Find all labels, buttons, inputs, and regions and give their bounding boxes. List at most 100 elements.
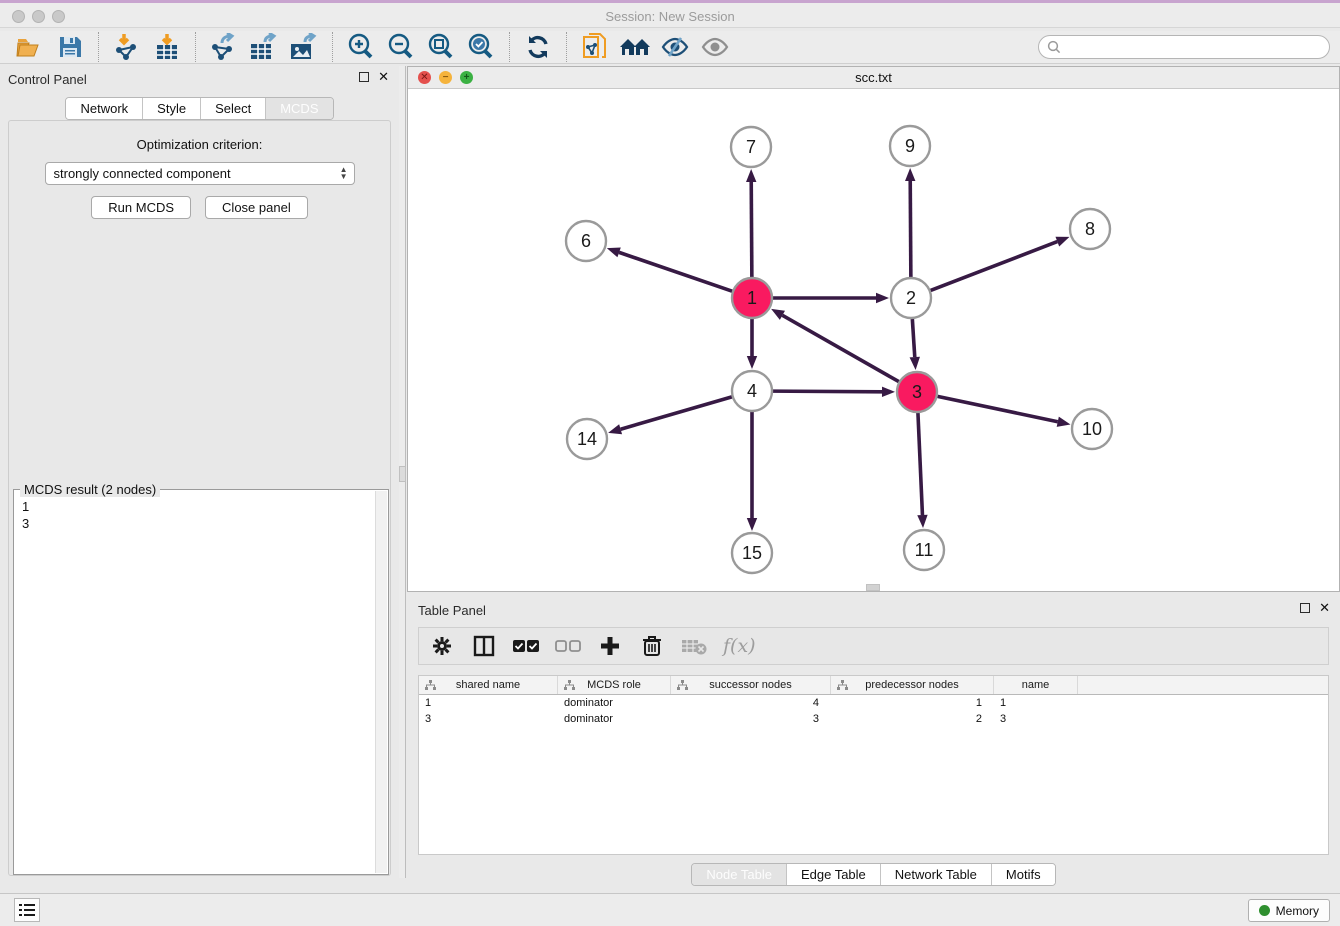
mcds-tab-content: Optimization criterion: strongly connect…: [8, 120, 391, 876]
graph-edge-4-14[interactable]: [621, 397, 732, 429]
column-header-successor-nodes[interactable]: successor nodes: [671, 676, 831, 694]
export-network-icon[interactable]: [207, 32, 241, 62]
export-table-icon[interactable]: [247, 32, 281, 62]
gear-icon[interactable]: [429, 633, 455, 659]
tab-mcds[interactable]: MCDS: [265, 98, 332, 119]
add-column-icon[interactable]: [597, 633, 623, 659]
tab-motifs[interactable]: Motifs: [991, 864, 1055, 885]
open-file-icon[interactable]: [13, 32, 47, 62]
mcds-result-group: MCDS result (2 nodes) 1 3: [13, 489, 389, 875]
edge-arrowhead: [882, 387, 895, 397]
edge-arrowhead: [905, 168, 915, 181]
node-label-14: 14: [577, 429, 597, 449]
node-label-8: 8: [1085, 219, 1095, 239]
attribute-tree-icon: [677, 680, 688, 691]
cell-MCDS-role[interactable]: dominator: [558, 713, 671, 725]
attribute-tree-icon: [425, 680, 436, 691]
function-builder-icon[interactable]: f(x): [723, 635, 756, 657]
columns-icon[interactable]: [471, 633, 497, 659]
graph-edge-2-3[interactable]: [912, 319, 914, 357]
hide-panel-eye-icon[interactable]: [658, 32, 692, 62]
graph-edge-2-8[interactable]: [931, 242, 1058, 291]
zoom-out-icon[interactable]: [384, 32, 418, 62]
refresh-layout-icon[interactable]: [521, 32, 555, 62]
edge-arrowhead: [746, 169, 756, 182]
save-session-icon[interactable]: [53, 32, 87, 62]
select-all-checked-icon[interactable]: [513, 633, 539, 659]
close-table-panel-icon[interactable]: ✕: [1319, 603, 1330, 613]
toolbar-separator: [195, 32, 196, 62]
tab-network-table[interactable]: Network Table: [880, 864, 991, 885]
column-header-name[interactable]: name: [994, 676, 1078, 694]
main-toolbar: [0, 31, 1340, 64]
table-row[interactable]: 1dominator411: [419, 695, 1328, 711]
attribute-tree-icon: [564, 680, 575, 691]
import-network-icon[interactable]: [110, 32, 144, 62]
cell-predecessor-nodes[interactable]: 1: [831, 697, 994, 709]
graph-edge-1-7[interactable]: [751, 182, 752, 277]
node-label-11: 11: [915, 540, 934, 560]
deselect-all-icon[interactable]: [555, 633, 581, 659]
tab-network[interactable]: Network: [66, 98, 142, 119]
cell-shared-name[interactable]: 1: [419, 697, 558, 709]
zoom-in-icon[interactable]: [344, 32, 378, 62]
control-panel: Control Panel ✕ NetworkStyleSelectMCDS O…: [0, 66, 399, 878]
export-image-icon[interactable]: [287, 32, 321, 62]
mcds-result-title: MCDS result (2 nodes): [20, 482, 160, 497]
show-panel-eye-icon[interactable]: [698, 32, 732, 62]
cell-successor-nodes[interactable]: 4: [671, 697, 831, 709]
horizontal-splitter-grip[interactable]: [866, 584, 880, 591]
splitter-grip[interactable]: [399, 466, 406, 482]
table-tabs: Node TableEdge TableNetwork TableMotifs: [407, 863, 1340, 886]
column-header-MCDS-role[interactable]: MCDS role: [558, 676, 671, 694]
delete-table-icon[interactable]: [681, 633, 707, 659]
import-table-icon[interactable]: [150, 32, 184, 62]
tab-select[interactable]: Select: [200, 98, 265, 119]
edge-arrowhead: [910, 357, 920, 370]
search-field[interactable]: [1038, 35, 1330, 59]
home-icon[interactable]: [618, 32, 652, 62]
column-header-predecessor-nodes[interactable]: predecessor nodes: [831, 676, 994, 694]
graph-edge-2-9[interactable]: [910, 181, 911, 277]
tab-edge-table[interactable]: Edge Table: [786, 864, 880, 885]
cell-successor-nodes[interactable]: 3: [671, 713, 831, 725]
table-panel-title: Table Panel: [407, 603, 486, 618]
mcds-result-scrollbar[interactable]: [375, 491, 387, 873]
edge-arrowhead: [747, 356, 757, 369]
column-header-shared-name[interactable]: shared name: [419, 676, 558, 694]
close-panel-icon[interactable]: ✕: [378, 72, 389, 82]
network-canvas[interactable]: 7968124314101511: [408, 89, 1339, 591]
graph-edge-3-11[interactable]: [918, 413, 923, 515]
delete-icon[interactable]: [639, 633, 665, 659]
graph-edge-3-1[interactable]: [782, 315, 898, 381]
search-input[interactable]: [1061, 37, 1329, 57]
network-file-icon[interactable]: [578, 32, 612, 62]
table-panel: Table Panel ✕: [407, 597, 1340, 890]
panel-splitter[interactable]: [399, 66, 406, 878]
cell-name[interactable]: 3: [994, 713, 1078, 725]
criterion-dropdown[interactable]: strongly connected component ▲▼: [45, 162, 355, 185]
cell-name[interactable]: 1: [994, 697, 1078, 709]
graph-edge-3-10[interactable]: [938, 396, 1058, 421]
graph-edge-1-6[interactable]: [619, 252, 732, 291]
cell-predecessor-nodes[interactable]: 2: [831, 713, 994, 725]
task-history-button[interactable]: [14, 898, 40, 922]
tab-style[interactable]: Style: [142, 98, 200, 119]
cell-MCDS-role[interactable]: dominator: [558, 697, 671, 709]
tab-node-table[interactable]: Node Table: [692, 864, 786, 885]
float-table-panel-icon[interactable]: [1300, 603, 1310, 613]
zoom-fit-icon[interactable]: [424, 32, 458, 62]
table-row[interactable]: 3dominator323: [419, 711, 1328, 727]
memory-button[interactable]: Memory: [1248, 899, 1330, 922]
node-label-2: 2: [906, 288, 916, 308]
table-header-row: shared nameMCDS rolesuccessor nodesprede…: [419, 676, 1328, 695]
close-panel-button[interactable]: Close panel: [205, 196, 308, 219]
run-mcds-button[interactable]: Run MCDS: [91, 196, 191, 219]
zoom-selected-icon[interactable]: [464, 32, 498, 62]
node-label-1: 1: [747, 288, 757, 308]
float-panel-icon[interactable]: [359, 72, 369, 82]
toolbar-separator: [332, 32, 333, 62]
graph-edge-4-3[interactable]: [773, 391, 882, 392]
cell-shared-name[interactable]: 3: [419, 713, 558, 725]
node-table[interactable]: shared nameMCDS rolesuccessor nodesprede…: [418, 675, 1329, 855]
